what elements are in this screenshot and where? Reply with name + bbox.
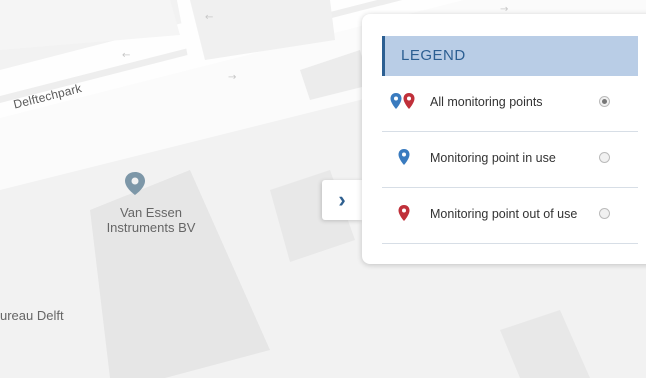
poi-name-label[interactable]: Van Essen Instruments BV	[86, 205, 216, 235]
place-label: ureau Delft	[0, 308, 64, 323]
pin-blue-icon	[390, 93, 402, 109]
legend-title: LEGEND	[401, 47, 466, 64]
svg-text:→: →	[228, 72, 236, 83]
legend-item-all[interactable]: All monitoring points	[382, 76, 638, 132]
radio-monitoring-point-out-of-use[interactable]	[599, 208, 610, 219]
pin-red-icon	[398, 205, 410, 221]
legend-item-label: All monitoring points	[430, 95, 543, 109]
radio-monitoring-point-in-use[interactable]	[599, 152, 610, 163]
chevron-right-icon: ›	[338, 187, 346, 212]
legend-item-out-of-use[interactable]: Monitoring point out of use	[382, 188, 638, 244]
legend-panel: LEGEND All monitoring points Monitoring …	[362, 14, 646, 264]
svg-text:←: ←	[205, 12, 213, 23]
legend-item-label: Monitoring point out of use	[430, 207, 578, 221]
svg-text:←: ←	[122, 50, 130, 61]
legend-header: LEGEND	[382, 36, 638, 76]
radio-all-monitoring-points[interactable]	[599, 96, 610, 107]
legend-collapse-button[interactable]: ›	[322, 180, 362, 220]
pin-blue-icon	[398, 149, 410, 165]
legend-item-in-use[interactable]: Monitoring point in use	[382, 132, 638, 188]
pin-red-icon	[403, 93, 415, 109]
poi-name-text: Van Essen Instruments BV	[106, 205, 196, 235]
legend-item-label: Monitoring point in use	[430, 151, 556, 165]
